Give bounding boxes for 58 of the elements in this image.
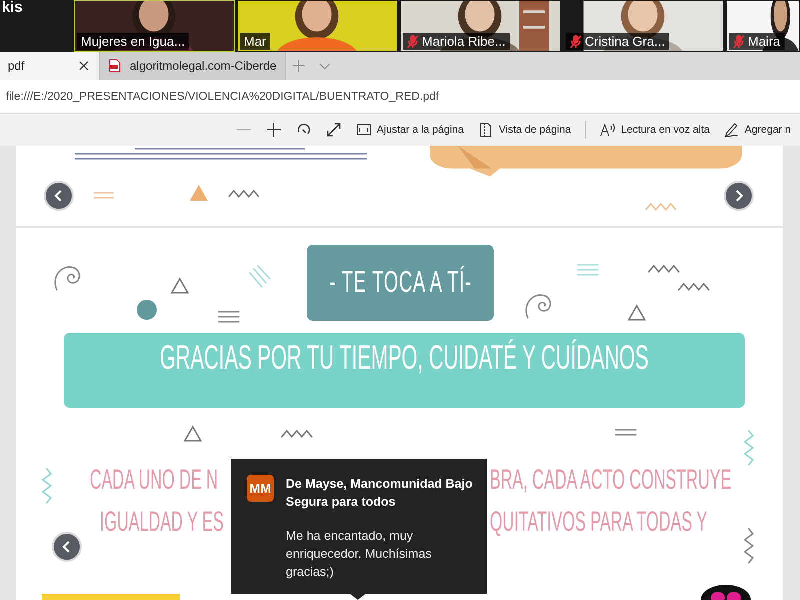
video-tile[interactable]: Maira bbox=[726, 0, 800, 52]
sticker-drawing bbox=[700, 584, 752, 600]
lines-icon bbox=[615, 428, 637, 438]
muted-mic-icon bbox=[570, 34, 582, 48]
muted-mic-icon bbox=[733, 34, 745, 48]
browser-tab[interactable]: pdf bbox=[0, 52, 100, 80]
triangle-icon bbox=[170, 277, 190, 295]
pen-icon bbox=[724, 122, 740, 138]
video-tile[interactable]: Mujeres en Igua... bbox=[74, 0, 235, 52]
slide-tag-text: - TE TOCA A TÍ- bbox=[329, 266, 472, 300]
lines-icon bbox=[93, 191, 115, 201]
previous-slide-button[interactable] bbox=[44, 181, 74, 211]
slide-text: CADA UNO DE N bbox=[90, 464, 218, 496]
squiggle-icon bbox=[42, 468, 52, 504]
squiggle-icon bbox=[744, 528, 754, 564]
lines-icon bbox=[218, 310, 240, 324]
page-view-icon bbox=[478, 122, 494, 138]
slide-text: BRA, CADA ACTO CONSTRUYE bbox=[490, 464, 732, 496]
chat-message: Me ha encantado, muy enriquecedor. Muchísimas gracias;) bbox=[286, 528, 433, 581]
triangle-icon bbox=[189, 184, 209, 202]
participant-name: kis bbox=[1, 0, 24, 18]
toolbar-button[interactable]: Lectura en voz alta bbox=[600, 122, 710, 138]
callout-pointer bbox=[350, 594, 366, 600]
fullscreen-icon[interactable] bbox=[326, 122, 342, 138]
video-tile[interactable]: Mar bbox=[237, 0, 398, 52]
toolbar-button[interactable]: Agregar n bbox=[724, 122, 792, 138]
slide-text: IGUALDAD Y ES bbox=[100, 506, 224, 538]
participant-name: Mar bbox=[244, 34, 266, 49]
pdf-file-icon bbox=[108, 59, 122, 73]
next-slide-button[interactable] bbox=[724, 181, 754, 211]
dot-icon bbox=[137, 300, 157, 320]
close-icon[interactable] bbox=[77, 59, 91, 73]
fit-page-icon bbox=[356, 122, 372, 138]
participant-name: Maira bbox=[748, 34, 781, 49]
lines-icon bbox=[577, 263, 599, 277]
browser-tab[interactable]: algoritmolegal.com-Ciberde bbox=[100, 52, 286, 80]
triangle-icon bbox=[183, 425, 203, 443]
participant-name: Cristina Gra... bbox=[585, 34, 666, 49]
previous-slide-button[interactable] bbox=[52, 532, 82, 562]
zoom-in-icon[interactable] bbox=[266, 122, 282, 138]
squiggle-icon bbox=[744, 430, 754, 466]
muted-mic-icon bbox=[407, 34, 419, 48]
sender-name: De Mayse, Mancomunidad Bajo Segura para todos bbox=[286, 476, 474, 511]
read-aloud-icon bbox=[600, 122, 616, 138]
slide-text: QUITATIVOS PARA TODAS Y bbox=[490, 506, 708, 538]
toolbar-button[interactable]: Ajustar a la página bbox=[356, 122, 464, 138]
video-tile[interactable]: Mariola Ribe... bbox=[400, 0, 561, 52]
avatar: MM bbox=[247, 475, 274, 502]
address-field[interactable]: file:///E:/2020_PRESENTACIONES/VIOLENCIA%20DIGITAL/BUENTRATO_RED.pdf bbox=[0, 90, 440, 102]
new-tab-icon[interactable] bbox=[292, 60, 305, 72]
participant-name: Mujeres en Igua... bbox=[81, 34, 186, 49]
participant-name: Mariola Ribe... bbox=[422, 34, 506, 49]
toolbar-button[interactable]: Vista de página bbox=[478, 122, 572, 138]
banner-text: GRACIAS POR TU TIEMPO, CUIDATÉ Y CUÍDANOS bbox=[160, 339, 649, 379]
slash-lines-icon bbox=[248, 265, 272, 289]
chat-notification[interactable]: MM De Mayse, Mancomunidad Bajo Segura para todos Me ha encantado, muy enriquecedor. Muchísimas gracias;) bbox=[231, 459, 487, 594]
triangle-icon bbox=[627, 304, 647, 322]
video-tile[interactable]: Cristina Gra... bbox=[563, 0, 724, 52]
